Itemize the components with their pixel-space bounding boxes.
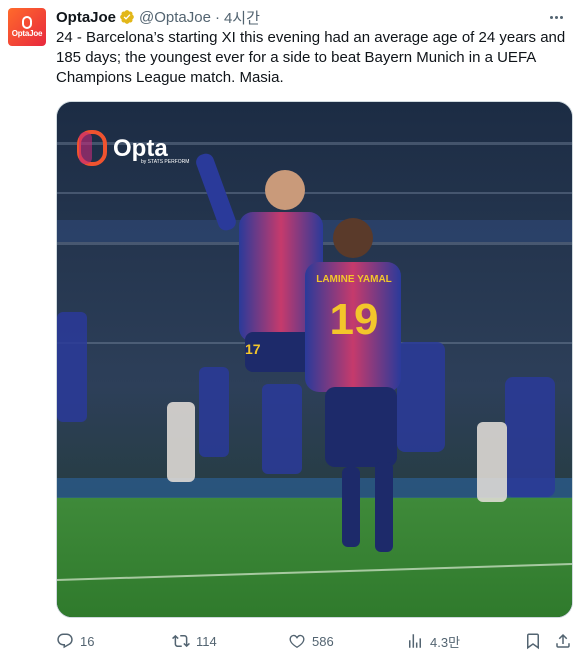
share-button[interactable]: [554, 628, 572, 654]
action-bar: 16 114 586 4.3만: [56, 628, 574, 654]
avatar[interactable]: OptaJoe: [8, 8, 46, 46]
display-name[interactable]: OptaJoe: [56, 9, 116, 26]
tweet-media-image[interactable]: LAMINE YAMAL 19 17 Opta by STATS PERFORM: [56, 101, 573, 618]
repost-icon: [172, 634, 190, 648]
shirt-name: LAMINE YAMAL: [316, 274, 392, 285]
like-icon: [289, 634, 305, 649]
views-button[interactable]: 4.3만: [406, 628, 460, 654]
repost-count: 114: [196, 633, 217, 649]
like-button[interactable]: 586: [288, 628, 334, 654]
repost-button[interactable]: 114: [172, 628, 217, 654]
bookmark-icon: [527, 633, 539, 650]
bookmark-button[interactable]: [524, 628, 542, 654]
like-count: 586: [312, 633, 334, 649]
reply-count: 16: [80, 633, 95, 649]
short-number: 17: [245, 341, 261, 357]
opta-logo-icon: [22, 16, 32, 29]
reply-icon: [57, 633, 73, 649]
timestamp[interactable]: 4시간: [224, 7, 260, 28]
opta-logo-text: Opta: [113, 135, 168, 162]
more-icon[interactable]: [546, 8, 566, 26]
share-icon: [556, 633, 570, 648]
avatar-text: OptaJoe: [11, 29, 43, 38]
views-icon: [409, 634, 421, 648]
tweet-header: OptaJoe @OptaJoe · 4시간: [56, 7, 260, 27]
views-count: 4.3만: [430, 634, 461, 650]
opta-logo-subtext: by STATS PERFORM: [141, 159, 189, 165]
verified-badge-icon[interactable]: [119, 9, 135, 25]
tweet-text: 24 - Barcelona’s starting XI this evenin…: [56, 29, 566, 86]
separator-dot: ·: [214, 8, 220, 26]
shirt-number: 19: [330, 295, 379, 344]
handle[interactable]: @OptaJoe: [139, 9, 211, 26]
reply-button[interactable]: 16: [56, 628, 94, 654]
